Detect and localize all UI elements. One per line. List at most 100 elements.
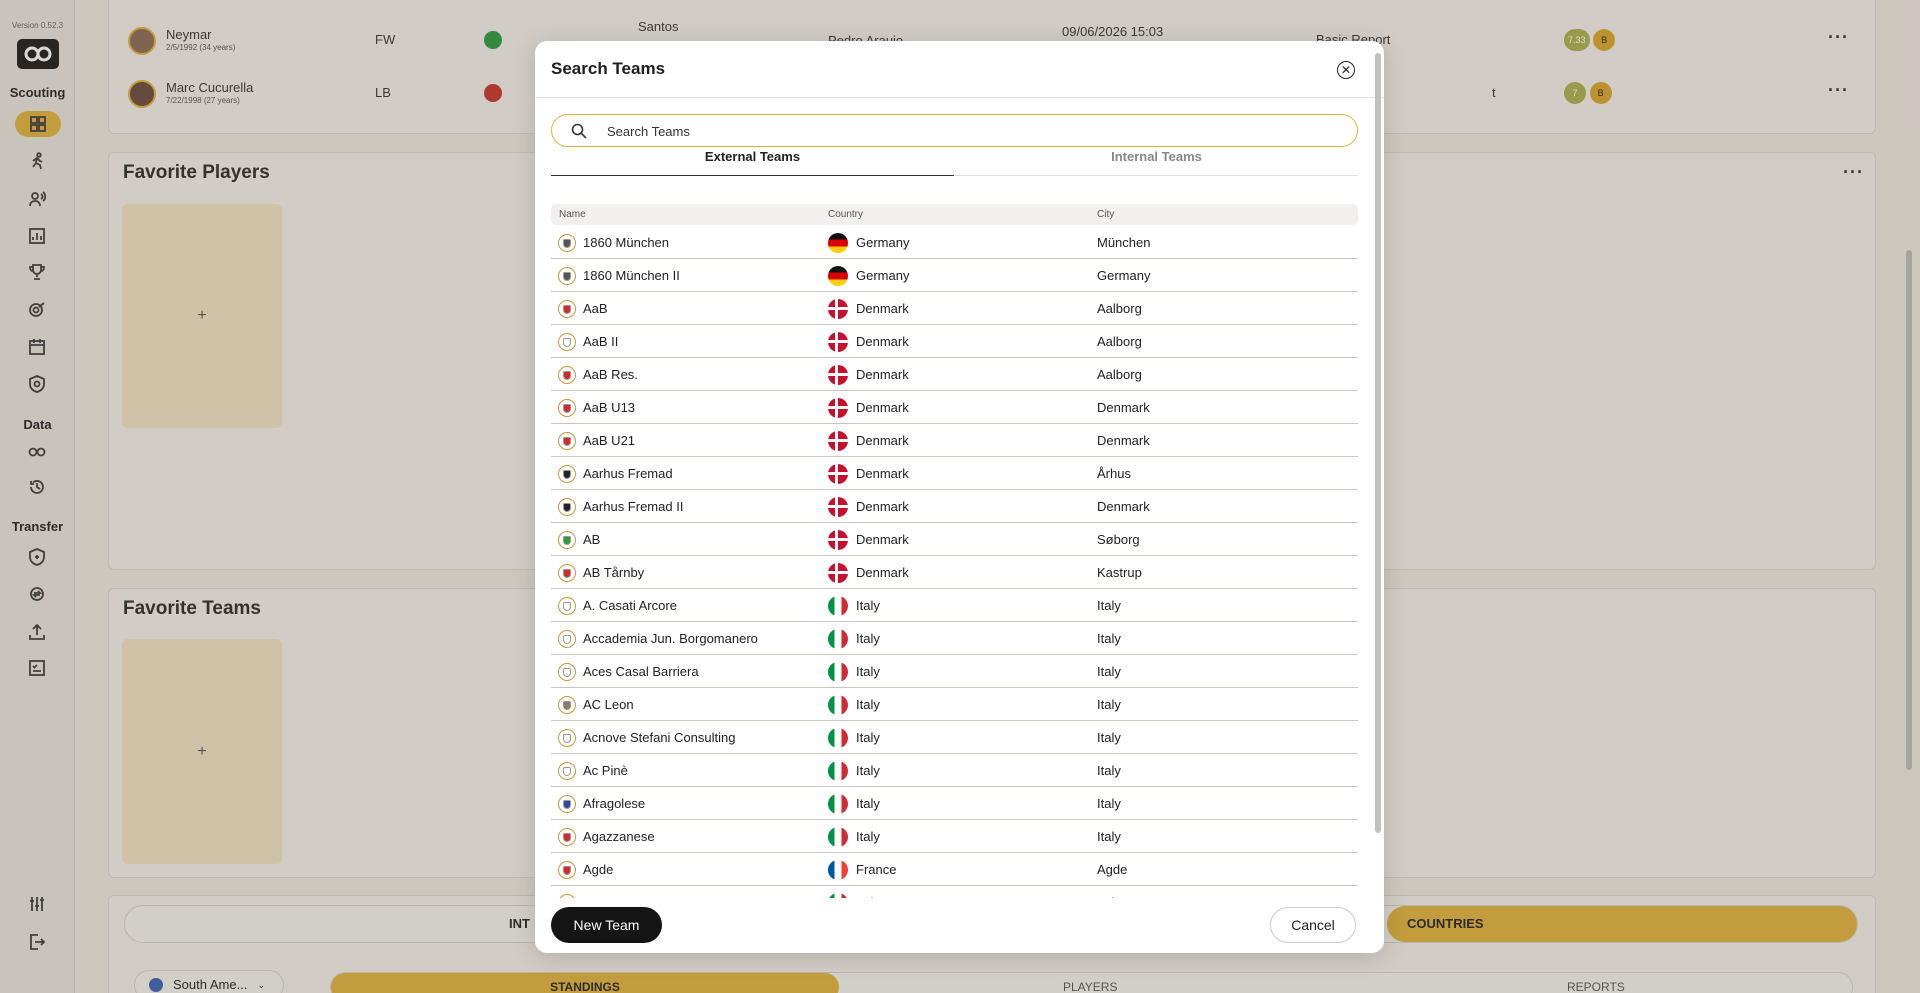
table-header: Name Country City — [551, 204, 1358, 225]
team-name: Acnove Stefani Consulting — [583, 730, 736, 745]
team-crest-icon — [558, 300, 576, 318]
team-name: A... — [583, 895, 603, 898]
team-country: Denmark — [856, 499, 909, 514]
team-city: Italy — [1097, 829, 1121, 844]
cancel-button[interactable]: Cancel — [1270, 907, 1356, 943]
team-city: Italy — [1097, 697, 1121, 712]
team-city: Århus — [1097, 466, 1131, 481]
team-city: Aalborg — [1097, 367, 1142, 382]
tab-internal-teams[interactable]: Internal Teams — [955, 149, 1358, 176]
team-row[interactable]: AaB U21 Denmark Denmark — [551, 424, 1358, 457]
team-name: Aces Casal Barriera — [583, 664, 699, 679]
team-name: Afragolese — [583, 796, 646, 811]
team-row[interactable]: Agazzanese Italy Italy — [551, 820, 1358, 853]
team-name: AB Tårnby — [583, 565, 645, 580]
new-team-button[interactable]: New Team — [551, 907, 662, 943]
column-city[interactable]: City — [1097, 209, 1114, 220]
team-name: AaB U13 — [583, 400, 636, 415]
team-crest-icon — [558, 894, 576, 898]
team-country: France — [856, 862, 897, 877]
team-city: Søborg — [1097, 532, 1140, 547]
team-row[interactable]: Agde France Agde — [551, 853, 1358, 886]
country-flag-icon — [828, 530, 848, 550]
team-name: AaB II — [583, 334, 619, 349]
team-row[interactable]: Aces Casal Barriera Italy Italy — [551, 655, 1358, 688]
team-crest-icon — [558, 366, 576, 384]
country-flag-icon — [828, 398, 848, 418]
team-name: 1860 München — [583, 235, 670, 250]
team-city: Germany — [1097, 268, 1151, 283]
team-row[interactable]: Afragolese Italy Italy — [551, 787, 1358, 820]
team-row[interactable]: A. Casati Arcore Italy Italy — [551, 589, 1358, 622]
close-icon[interactable]: ✕ — [1337, 61, 1355, 79]
country-flag-icon — [828, 629, 848, 649]
country-flag-icon — [828, 893, 848, 898]
team-city: Italy — [1097, 631, 1121, 646]
team-row[interactable]: AB Denmark Søborg — [551, 523, 1358, 556]
team-row[interactable]: 1860 München Germany München — [551, 226, 1358, 259]
team-city: Italy — [1097, 796, 1121, 811]
team-country: Italy — [856, 829, 880, 844]
team-crest-icon — [558, 663, 576, 681]
team-crest-icon — [558, 267, 576, 285]
team-country: Denmark — [856, 466, 909, 481]
team-crest-icon — [558, 630, 576, 648]
search-field[interactable] — [551, 114, 1358, 147]
team-crest-icon — [558, 498, 576, 516]
team-row[interactable]: Aarhus Fremad II Denmark Denmark — [551, 490, 1358, 523]
team-name: Ac Pinè — [583, 763, 628, 778]
team-city: Italy — [1097, 664, 1121, 679]
team-name: AaB — [583, 301, 608, 316]
country-flag-icon — [828, 860, 848, 880]
team-country: Denmark — [856, 301, 909, 316]
team-country: Italy — [856, 631, 880, 646]
country-flag-icon — [828, 431, 848, 451]
country-flag-icon — [828, 596, 848, 616]
team-city: Kastrup — [1097, 565, 1142, 580]
country-flag-icon — [828, 233, 848, 253]
team-row[interactable]: AB Tårnby Denmark Kastrup — [551, 556, 1358, 589]
team-row[interactable]: Aarhus Fremad Denmark Århus — [551, 457, 1358, 490]
team-row[interactable]: AaB Denmark Aalborg — [551, 292, 1358, 325]
team-city: Italy — [1097, 763, 1121, 778]
team-name: 1860 München II — [583, 268, 680, 283]
team-country: Denmark — [856, 400, 909, 415]
team-crest-icon — [558, 729, 576, 747]
country-flag-icon — [828, 662, 848, 682]
team-country: Italy — [856, 664, 880, 679]
team-country: Denmark — [856, 532, 909, 547]
team-country: Italy — [856, 763, 880, 778]
team-name: AaB U21 — [583, 433, 636, 448]
team-row[interactable]: AaB Res. Denmark Aalborg — [551, 358, 1358, 391]
team-country: Italy — [856, 796, 880, 811]
column-country[interactable]: Country — [828, 209, 863, 220]
team-row[interactable]: Accademia Jun. Borgomanero Italy Italy — [551, 622, 1358, 655]
team-city: München — [1097, 235, 1151, 250]
team-row[interactable]: AaB U13 Denmark Denmark — [551, 391, 1358, 424]
tab-external-teams[interactable]: External Teams — [551, 149, 954, 176]
teams-table: 1860 München Germany München 1860 München I… — [551, 226, 1358, 898]
team-name: Aarhus Fremad II — [583, 499, 684, 514]
team-crest-icon — [558, 828, 576, 846]
team-country: Denmark — [856, 565, 909, 580]
team-city: Denmark — [1097, 400, 1150, 415]
team-city: Aalborg — [1097, 334, 1142, 349]
team-crest-icon — [558, 531, 576, 549]
country-flag-icon — [828, 332, 848, 352]
team-city: Italy — [1097, 730, 1121, 745]
team-row[interactable]: AaB II Denmark Aalborg — [551, 325, 1358, 358]
team-row[interactable]: Acnove Stefani Consulting Italy Italy — [551, 721, 1358, 754]
search-input[interactable] — [607, 120, 1327, 142]
team-row[interactable]: A... Ital... Ital... — [551, 886, 1358, 898]
team-crest-icon — [558, 861, 576, 879]
modal-scrollbar[interactable] — [1375, 53, 1381, 833]
team-row[interactable]: 1860 München II Germany Germany — [551, 259, 1358, 292]
column-name[interactable]: Name — [559, 209, 586, 220]
team-name: AB — [583, 532, 601, 547]
team-country: Italy — [856, 598, 880, 613]
team-crest-icon — [558, 234, 576, 252]
team-city: Aalborg — [1097, 301, 1142, 316]
team-row[interactable]: AC Leon Italy Italy — [551, 688, 1358, 721]
team-crest-icon — [558, 432, 576, 450]
team-row[interactable]: Ac Pinè Italy Italy — [551, 754, 1358, 787]
